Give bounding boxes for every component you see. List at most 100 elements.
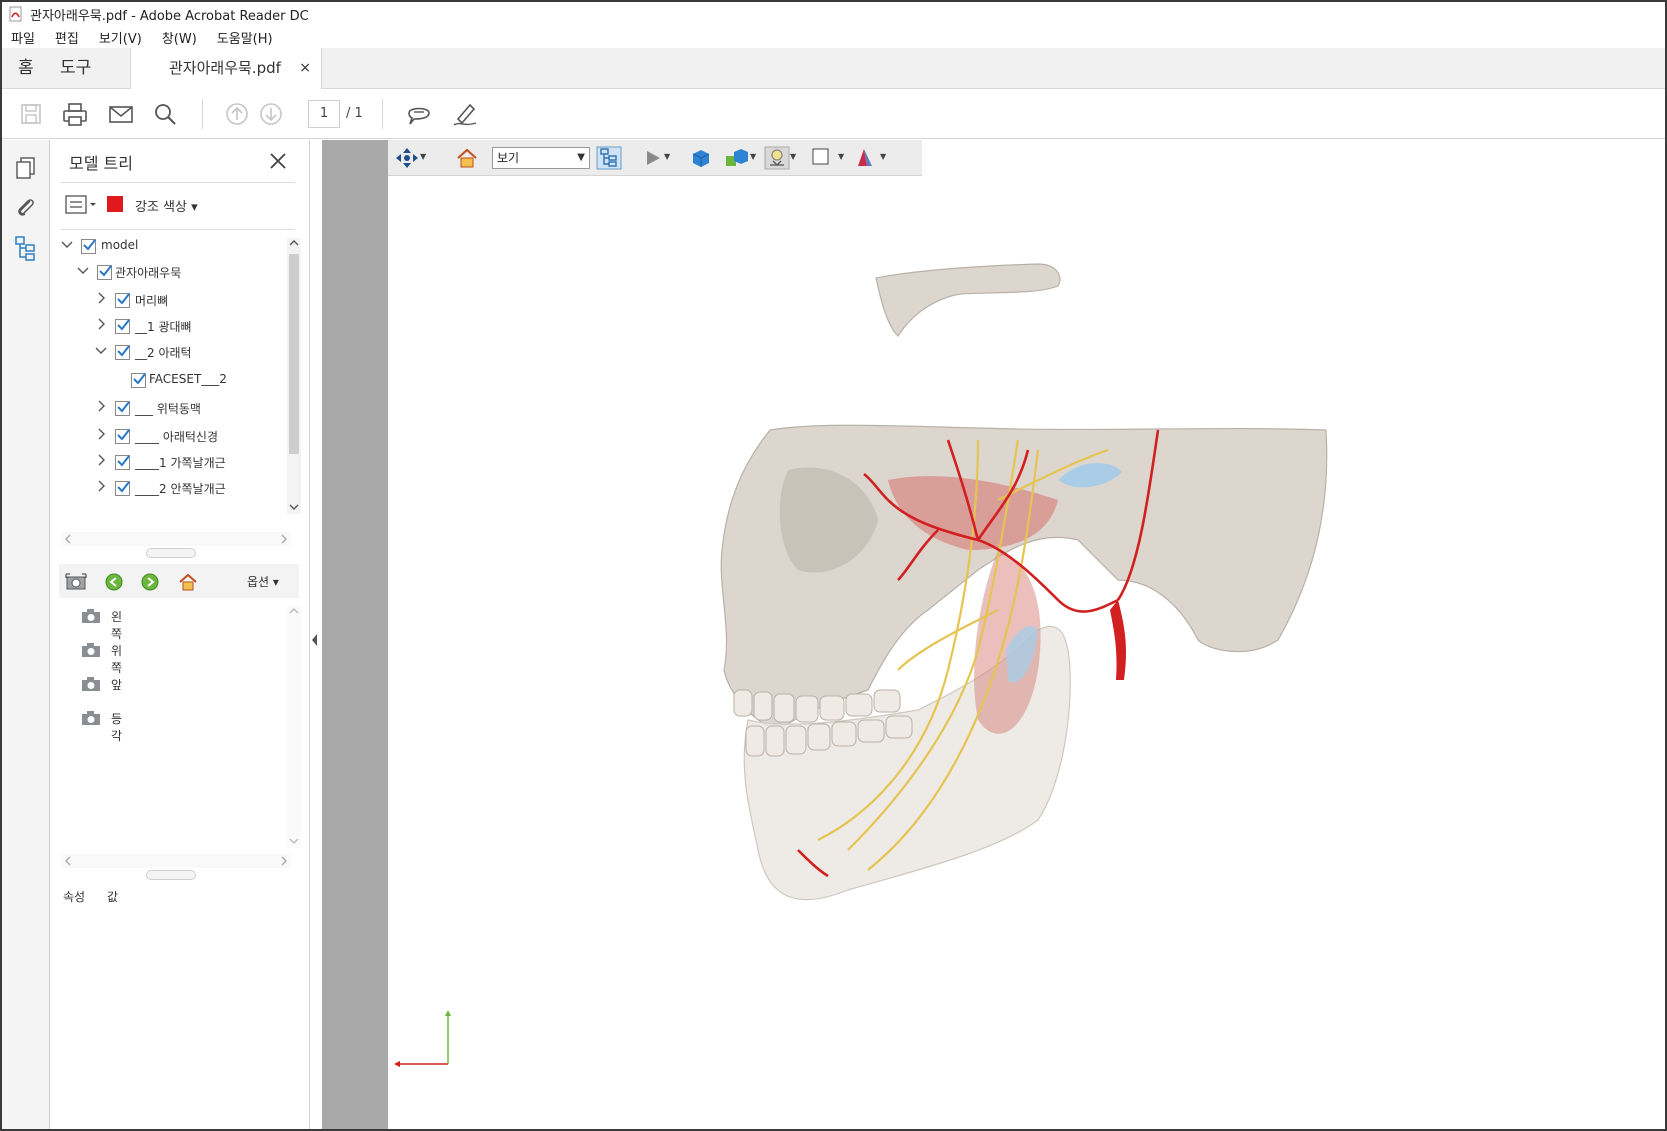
tab-document[interactable]: 관자아래우묵.pdf × xyxy=(130,48,322,90)
properties-value-column: 값 xyxy=(107,890,119,904)
chevron-down-icon[interactable] xyxy=(61,238,73,250)
search-icon[interactable] xyxy=(150,99,180,129)
play-animation-icon[interactable] xyxy=(640,146,666,170)
chevron-right-icon[interactable] xyxy=(279,534,289,544)
chevron-right-icon[interactable] xyxy=(95,480,107,492)
views-vertical-scrollbar[interactable] xyxy=(287,606,301,848)
highlight-row: 강조 색상 ▾ xyxy=(65,192,295,222)
dropdown-arrow-icon[interactable]: ▼ xyxy=(420,152,426,161)
home-view-icon[interactable] xyxy=(454,146,480,170)
collapse-panel-icon[interactable] xyxy=(310,630,320,650)
panel-splitter[interactable] xyxy=(146,870,196,880)
tree-node-label: model xyxy=(101,238,139,252)
chevron-right-icon[interactable] xyxy=(279,856,289,866)
chevron-right-icon[interactable] xyxy=(95,318,107,330)
chevron-left-icon[interactable] xyxy=(63,534,73,544)
previous-view-icon[interactable] xyxy=(103,571,125,593)
background-color-icon[interactable] xyxy=(808,146,834,170)
email-icon[interactable] xyxy=(106,99,136,129)
views-options-menu[interactable]: 옵션 ▾ xyxy=(247,573,279,590)
attachments-icon[interactable] xyxy=(12,194,40,222)
dropdown-arrow-icon[interactable]: ▼ xyxy=(750,152,756,161)
fill-sign-icon[interactable] xyxy=(450,99,480,129)
checkbox[interactable] xyxy=(115,345,130,360)
panel-splitter[interactable] xyxy=(146,548,196,558)
checkbox[interactable] xyxy=(115,401,130,416)
chevron-down-icon[interactable] xyxy=(289,836,299,846)
divider xyxy=(61,182,295,183)
properties-name-column: 속성 xyxy=(63,890,86,904)
menu-edit[interactable]: 편집 xyxy=(55,28,79,47)
views-horizontal-scrollbar[interactable] xyxy=(61,854,291,868)
checkbox[interactable] xyxy=(115,319,130,334)
print-icon[interactable] xyxy=(60,99,90,129)
toolbar-separator xyxy=(382,99,383,129)
checkbox[interactable] xyxy=(115,455,130,470)
previous-page-icon[interactable] xyxy=(222,99,252,129)
chevron-down-icon[interactable] xyxy=(289,502,299,512)
checkbox[interactable] xyxy=(131,373,146,388)
tab-tools[interactable]: 도구 xyxy=(60,48,91,89)
dropdown-arrow-icon[interactable]: ▼ xyxy=(664,152,670,161)
tree-node-label: __1 광대뼈 xyxy=(135,320,192,334)
chevron-right-icon[interactable] xyxy=(95,292,107,304)
tree-node-label: FACESET___2 xyxy=(149,372,227,386)
window-title: 관자아래우묵.pdf - Adobe Acrobat Reader DC xyxy=(30,8,309,24)
render-mode-icon[interactable] xyxy=(724,146,750,170)
tab-close-button[interactable]: × xyxy=(299,48,311,89)
chevron-right-icon[interactable] xyxy=(95,428,107,440)
chevron-right-icon[interactable] xyxy=(95,454,107,466)
tree-vertical-scrollbar[interactable] xyxy=(287,238,301,514)
chevron-right-icon[interactable] xyxy=(95,400,107,412)
checkbox[interactable] xyxy=(115,481,130,496)
document-3d-view[interactable]: ▼ 보기 ▼ ▼ ▼ ▼ ▼ ▼ xyxy=(388,140,1665,1129)
rotate-tool-icon[interactable] xyxy=(394,146,420,170)
tree-node-label: ____ 아래턱신경 xyxy=(135,430,219,444)
page-number-input[interactable]: 1 xyxy=(308,100,340,128)
chevron-down-icon[interactable] xyxy=(95,344,107,356)
camera-capture-icon[interactable] xyxy=(65,571,87,593)
tree-options-icon[interactable] xyxy=(65,194,99,216)
highlight-color-label[interactable]: 강조 색상 ▾ xyxy=(135,196,198,215)
next-page-icon[interactable] xyxy=(256,99,286,129)
tab-home[interactable]: 홈 xyxy=(18,48,34,89)
tree-node-label: ___ 위턱동맥 xyxy=(135,402,201,416)
chevron-down-icon[interactable] xyxy=(77,264,89,276)
checkbox[interactable] xyxy=(97,265,112,280)
comment-icon[interactable] xyxy=(404,99,434,129)
chevron-up-icon[interactable] xyxy=(289,606,299,616)
toggle-model-tree-icon[interactable] xyxy=(596,146,622,170)
tree-node-label: __2 아래턱 xyxy=(135,346,192,360)
checkbox[interactable] xyxy=(115,429,130,444)
lighting-icon[interactable] xyxy=(764,146,790,170)
dropdown-arrow-icon[interactable]: ▼ xyxy=(790,152,796,161)
chevron-left-icon[interactable] xyxy=(63,856,73,866)
menu-file[interactable]: 파일 xyxy=(11,28,35,47)
views-list: 왼쪽 위쪽 앞 등각 xyxy=(59,600,299,810)
checkbox[interactable] xyxy=(115,293,130,308)
tree-horizontal-scrollbar[interactable] xyxy=(61,532,291,546)
home-view-icon[interactable] xyxy=(177,571,199,593)
menu-view[interactable]: 보기(V) xyxy=(99,28,142,47)
scrollbar-thumb[interactable] xyxy=(289,254,299,454)
camera-icon xyxy=(82,609,100,623)
dropdown-arrow-icon[interactable]: ▼ xyxy=(838,152,844,161)
chevron-up-icon[interactable] xyxy=(289,238,299,248)
save-icon[interactable] xyxy=(16,99,46,129)
jaw-3d-model[interactable] xyxy=(678,250,1358,970)
highlight-color-swatch[interactable] xyxy=(107,196,123,212)
menu-window[interactable]: 창(W) xyxy=(162,28,197,47)
chevron-down-icon: ▼ xyxy=(577,152,585,163)
main-toolbar: 1 / 1 xyxy=(2,89,1665,139)
next-view-icon[interactable] xyxy=(139,571,161,593)
close-icon[interactable] xyxy=(267,150,289,172)
dropdown-arrow-icon[interactable]: ▼ xyxy=(880,152,886,161)
model-tree-icon[interactable] xyxy=(12,234,40,262)
projection-icon[interactable] xyxy=(688,146,714,170)
cross-section-icon[interactable] xyxy=(852,146,878,170)
page-thumbnails-icon[interactable] xyxy=(12,154,40,182)
menu-help[interactable]: 도움말(H) xyxy=(217,28,273,47)
checkbox[interactable] xyxy=(81,239,96,254)
tree-node-label: 관자아래우묵 xyxy=(115,266,182,280)
views-select[interactable]: 보기 ▼ xyxy=(492,147,590,169)
